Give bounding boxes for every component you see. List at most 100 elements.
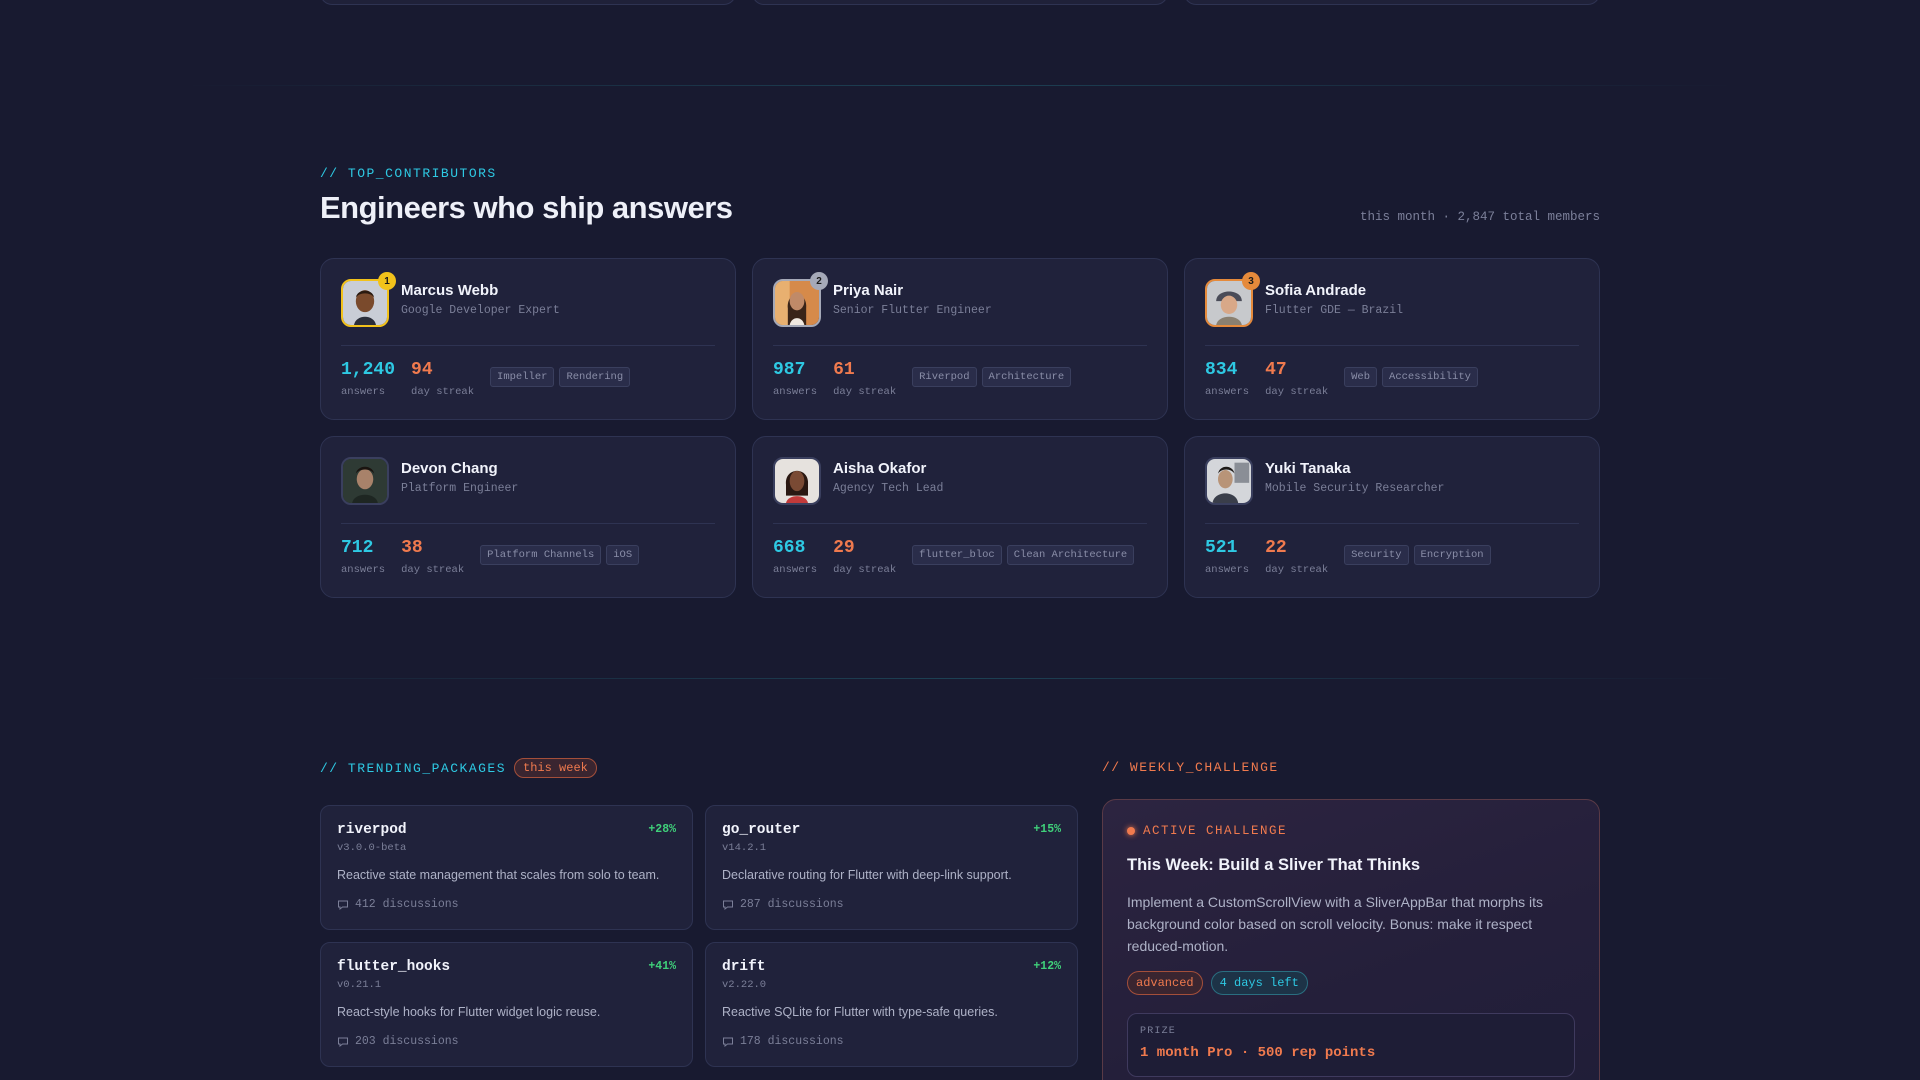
contributor-card[interactable]: 3 Sofia Andrade Flutter GDE — Brazil 834… bbox=[1184, 258, 1600, 420]
avatar[interactable] bbox=[773, 457, 821, 505]
streak-count: 47 bbox=[1265, 360, 1287, 380]
package-version: v14.2.1 bbox=[722, 842, 767, 854]
package-card[interactable]: flutter_hooks v0.21.1 +41% React-style h… bbox=[320, 942, 693, 1067]
period-badge: this week bbox=[514, 758, 597, 778]
time-left-badge: 4 days left bbox=[1210, 971, 1308, 995]
skill-tag[interactable]: Web bbox=[1344, 367, 1378, 387]
answers-label: answers bbox=[773, 386, 818, 398]
package-card[interactable]: go_router v14.2.1 +15% Declarative routi… bbox=[705, 805, 1078, 930]
contributor-name[interactable]: Devon Chang bbox=[401, 460, 518, 477]
section-kicker: // TOP_CONTRIBUTORS bbox=[320, 166, 497, 181]
avatar[interactable]: 3 bbox=[1205, 272, 1260, 327]
discussions-count: 287 discussions bbox=[740, 898, 844, 911]
trend-percent: +41% bbox=[648, 960, 676, 973]
package-name[interactable]: riverpod bbox=[337, 822, 676, 838]
package-card[interactable]: drift v2.22.0 +12% Reactive SQLite for F… bbox=[705, 942, 1078, 1067]
section-divider bbox=[180, 85, 1740, 86]
streak-count: 94 bbox=[411, 360, 433, 380]
chat-bubble-icon bbox=[338, 1037, 348, 1047]
contributor-name[interactable]: Priya Nair bbox=[833, 282, 992, 299]
answers-count: 712 bbox=[341, 538, 374, 558]
contributor-role: Google Developer Expert bbox=[401, 304, 560, 317]
rank-badge: 1 bbox=[378, 272, 396, 290]
difficulty-badge: advanced bbox=[1127, 971, 1203, 995]
contributor-role: Platform Engineer bbox=[401, 482, 519, 495]
package-description: Declarative routing for Flutter with dee… bbox=[722, 868, 1012, 882]
answers-label: answers bbox=[1205, 564, 1250, 576]
avatar[interactable] bbox=[1205, 457, 1253, 505]
streak-count: 38 bbox=[401, 538, 423, 558]
section-kicker: // TRENDING_PACKAGES bbox=[320, 760, 507, 776]
skill-tag[interactable]: Platform Channels bbox=[480, 545, 602, 565]
challenge-card[interactable]: ACTIVE CHALLENGE This Week: Build a Sliv… bbox=[1102, 799, 1600, 1080]
discussions-count: 412 discussions bbox=[355, 898, 459, 911]
skill-tag[interactable]: iOS bbox=[606, 545, 640, 565]
card-divider bbox=[1205, 523, 1579, 524]
contributor-card[interactable]: Aisha Okafor Agency Tech Lead 668 answer… bbox=[752, 436, 1168, 598]
skill-tag[interactable]: Security bbox=[1344, 545, 1409, 565]
card-divider bbox=[773, 345, 1147, 346]
package-name[interactable]: go_router bbox=[722, 822, 1061, 838]
answers-count: 834 bbox=[1205, 360, 1238, 380]
contributor-name[interactable]: Aisha Okafor bbox=[833, 460, 943, 477]
skill-tag[interactable]: Architecture bbox=[981, 367, 1072, 387]
prize-box: PRIZE 1 month Pro · 500 rep points bbox=[1127, 1013, 1575, 1077]
section-kicker: // WEEKLY_CHALLENGE bbox=[1102, 760, 1279, 775]
skill-tag[interactable]: Riverpod bbox=[912, 367, 977, 387]
avatar[interactable]: 1 bbox=[341, 272, 396, 327]
contributor-card[interactable]: Devon Chang Platform Engineer 712 answer… bbox=[320, 436, 736, 598]
card-divider bbox=[341, 345, 715, 346]
discussions-count: 203 discussions bbox=[355, 1035, 459, 1048]
avatar-photo-icon bbox=[1207, 459, 1251, 503]
discussions-link[interactable]: 203 discussions bbox=[337, 1035, 676, 1048]
answers-count: 521 bbox=[1205, 538, 1238, 558]
skill-tag[interactable]: Encryption bbox=[1413, 545, 1491, 565]
package-name[interactable]: flutter_hooks bbox=[337, 959, 676, 975]
package-description: Reactive SQLite for Flutter with type-sa… bbox=[722, 1005, 998, 1019]
discussions-link[interactable]: 287 discussions bbox=[722, 898, 1061, 911]
streak-label: day streak bbox=[833, 564, 897, 576]
trend-percent: +28% bbox=[648, 823, 676, 836]
skill-tag[interactable]: Clean Architecture bbox=[1006, 545, 1135, 565]
discussions-link[interactable]: 412 discussions bbox=[337, 898, 676, 911]
contributor-card[interactable]: Yuki Tanaka Mobile Security Researcher 5… bbox=[1184, 436, 1600, 598]
previous-card-edge bbox=[752, 0, 1168, 5]
answers-label: answers bbox=[1205, 386, 1250, 398]
trend-percent: +12% bbox=[1033, 960, 1061, 973]
section-title: Engineers who ship answers bbox=[320, 190, 733, 225]
prize-value: 1 month Pro · 500 rep points bbox=[1140, 1045, 1376, 1061]
contributor-name[interactable]: Marcus Webb bbox=[401, 282, 560, 299]
chat-bubble-icon bbox=[723, 900, 733, 910]
streak-label: day streak bbox=[411, 386, 475, 398]
rank-badge: 2 bbox=[810, 272, 828, 290]
skill-tag[interactable]: flutter_bloc bbox=[912, 545, 1002, 565]
streak-label: day streak bbox=[1265, 564, 1329, 576]
trending-header: // TRENDING_PACKAGES this week bbox=[320, 758, 597, 778]
challenge-status: ACTIVE CHALLENGE bbox=[1127, 824, 1575, 838]
avatar[interactable] bbox=[341, 457, 389, 505]
card-divider bbox=[1205, 345, 1579, 346]
answers-label: answers bbox=[341, 386, 386, 398]
status-label: ACTIVE CHALLENGE bbox=[1143, 824, 1288, 838]
contributor-card[interactable]: 1 Marcus Webb Google Developer Expert 1,… bbox=[320, 258, 736, 420]
skill-tag[interactable]: Rendering bbox=[559, 367, 631, 387]
contributor-name[interactable]: Sofia Andrade bbox=[1265, 282, 1403, 299]
streak-count: 29 bbox=[833, 538, 855, 558]
answers-count: 668 bbox=[773, 538, 806, 558]
package-version: v0.21.1 bbox=[337, 979, 382, 991]
streak-label: day streak bbox=[1265, 386, 1329, 398]
contributor-role: Flutter GDE — Brazil bbox=[1265, 304, 1404, 317]
streak-label: day streak bbox=[833, 386, 897, 398]
contributor-card[interactable]: 2 Priya Nair Senior Flutter Engineer 987… bbox=[752, 258, 1168, 420]
avatar[interactable]: 2 bbox=[773, 272, 828, 327]
contributor-role: Mobile Security Researcher bbox=[1265, 482, 1445, 495]
skill-tag[interactable]: Impeller bbox=[490, 367, 555, 387]
package-description: Reactive state management that scales fr… bbox=[337, 868, 660, 882]
rank-badge: 3 bbox=[1242, 272, 1260, 290]
discussions-link[interactable]: 178 discussions bbox=[722, 1035, 1061, 1048]
skill-tag[interactable]: Accessibility bbox=[1382, 367, 1478, 387]
package-name[interactable]: drift bbox=[722, 959, 1061, 975]
package-card[interactable]: riverpod v3.0.0-beta +28% Reactive state… bbox=[320, 805, 693, 930]
contributor-name[interactable]: Yuki Tanaka bbox=[1265, 460, 1444, 477]
challenge-title[interactable]: This Week: Build a Sliver That Thinks bbox=[1127, 856, 1575, 875]
